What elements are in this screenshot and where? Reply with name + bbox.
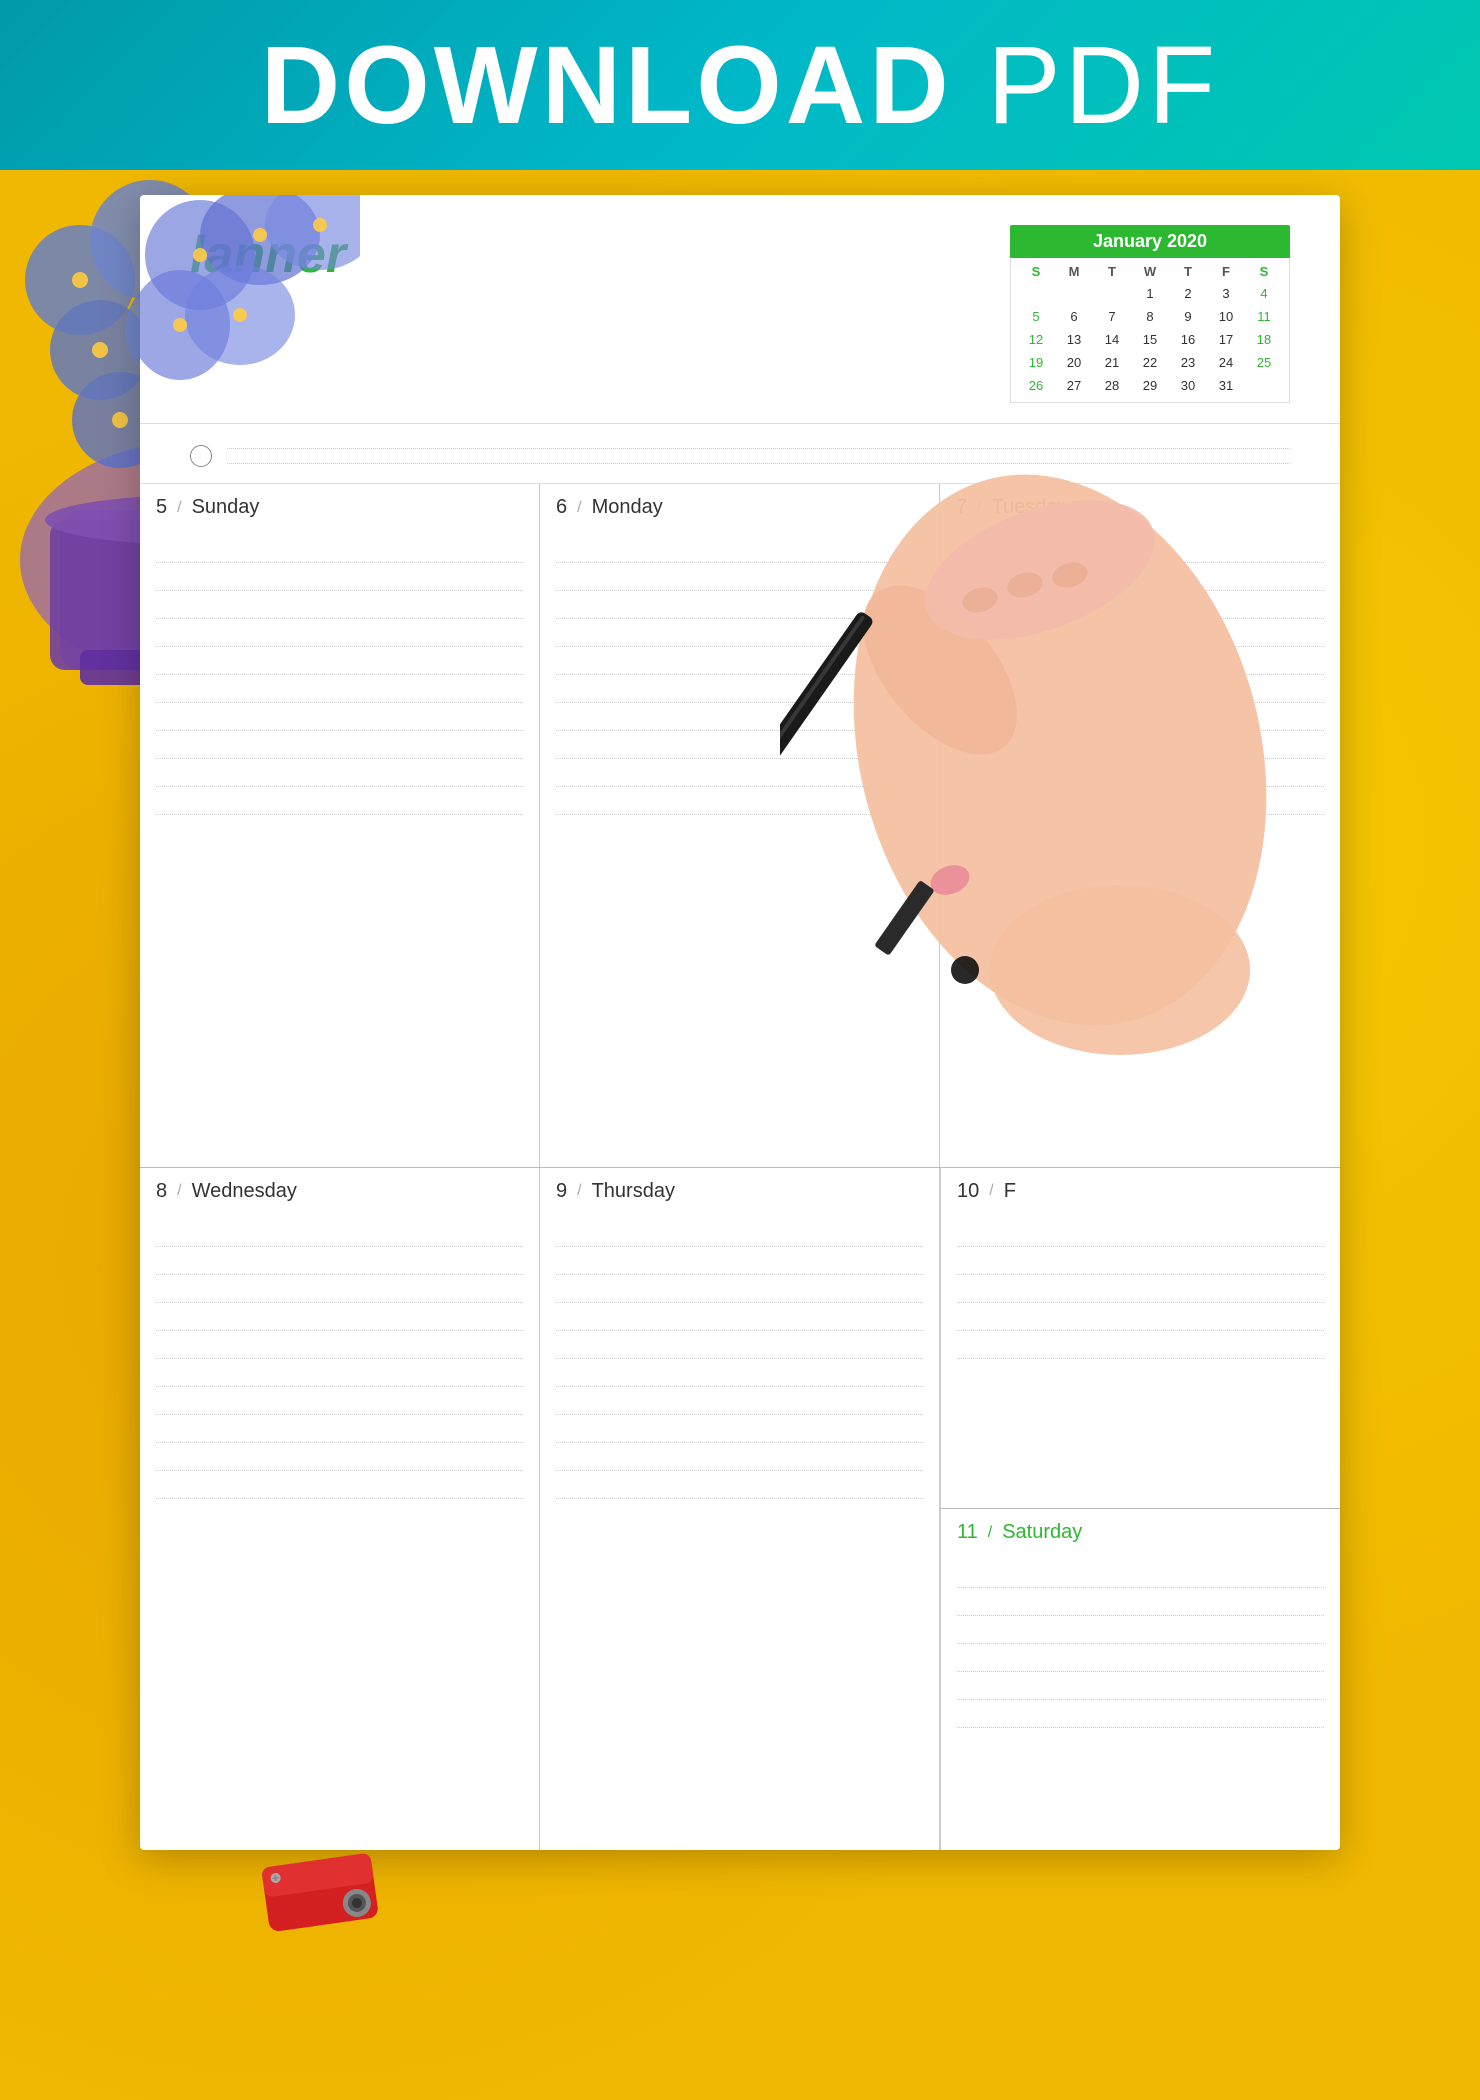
wednesday-lines — [156, 1219, 523, 1499]
cal-week-5: 26 27 28 29 30 31 — [1017, 375, 1283, 396]
planner-title: lanner — [190, 225, 346, 285]
mini-cal-month-year: January 2020 — [1010, 225, 1290, 258]
cal-header-thu: T — [1169, 264, 1207, 279]
goal-line-1 — [227, 448, 1290, 449]
cal-header-tue: T — [1093, 264, 1131, 279]
mini-cal-grid: S M T W T F S 1 — [1010, 258, 1290, 403]
goal-checkbox — [190, 445, 212, 467]
thursday-lines — [556, 1219, 923, 1499]
tuesday-number: 7 — [956, 496, 967, 519]
day-cell-saturday: 11 / Saturday — [940, 1509, 1340, 1850]
header-banner: DOWNLOAD PDF — [0, 0, 1480, 170]
goal-lines — [227, 448, 1290, 464]
friday-header: 10 / F — [957, 1180, 1324, 1209]
week-row-1: 5 / Sunday — [140, 484, 1340, 1168]
cal-header-sun: S — [1017, 264, 1055, 279]
monday-number: 6 — [556, 496, 567, 519]
saturday-header: 11 / Saturday — [957, 1521, 1324, 1550]
saturday-name: Saturday — [1002, 1521, 1082, 1544]
monday-name: Monday — [592, 496, 663, 519]
day-cell-monday: 6 / Monday — [540, 484, 940, 1167]
cal-week-1: 1 2 3 4 — [1017, 283, 1283, 304]
tuesday-name: Tuesday — [992, 496, 1068, 519]
sunday-header: 5 / Sunday — [156, 496, 523, 525]
week-row-2: 8 / Wednesday — [140, 1168, 1340, 1851]
thursday-name: Thursday — [592, 1180, 675, 1203]
thursday-header: 9 / Thursday — [556, 1180, 923, 1209]
monday-header: 6 / Monday — [556, 496, 923, 525]
wednesday-header: 8 / Wednesday — [156, 1180, 523, 1209]
mini-calendar: January 2020 S M T W T F S — [1010, 225, 1290, 403]
cal-header-wed: W — [1131, 264, 1169, 279]
header-light-text: PDF — [987, 24, 1219, 147]
planner-header: lanner January 2020 S M T W T F S — [140, 195, 1340, 424]
day-cell-tuesday: 7 / Tuesday — [940, 484, 1340, 1167]
header-bold-text: DOWNLOAD — [261, 24, 953, 147]
cal-header-sat: S — [1245, 264, 1283, 279]
cal-header-fri: F — [1207, 264, 1245, 279]
saturday-lines — [957, 1560, 1324, 1728]
mini-cal-days-header: S M T W T F S — [1017, 264, 1283, 279]
sunday-lines — [156, 535, 523, 815]
day-cell-thursday: 9 / Thursday — [540, 1168, 940, 1851]
right-col-fri-sat: 10 / F — [940, 1168, 1340, 1851]
day-cell-friday: 10 / F — [940, 1168, 1340, 1510]
friday-name: F — [1004, 1180, 1016, 1203]
wednesday-number: 8 — [156, 1180, 167, 1203]
planner-content: lanner January 2020 S M T W T F S — [140, 195, 1340, 1850]
cal-week-3: 12 13 14 15 16 17 18 — [1017, 329, 1283, 350]
cal-header-mon: M — [1055, 264, 1093, 279]
monday-lines — [556, 535, 923, 815]
tuesday-header: 7 / Tuesday — [956, 496, 1324, 525]
pencil-sharpener — [260, 1850, 390, 1945]
planner-body: 5 / Sunday — [140, 484, 1340, 1850]
friday-lines — [957, 1219, 1324, 1359]
planner-page: lanner January 2020 S M T W T F S — [140, 195, 1340, 1850]
day-cell-wednesday: 8 / Wednesday — [140, 1168, 540, 1851]
header-title: DOWNLOAD PDF — [261, 22, 1219, 149]
wednesday-name: Wednesday — [192, 1180, 297, 1203]
cal-week-2: 5 6 7 8 9 10 11 — [1017, 306, 1283, 327]
day-cell-sunday: 5 / Sunday — [140, 484, 540, 1167]
cal-week-4: 19 20 21 22 23 24 25 — [1017, 352, 1283, 373]
thursday-number: 9 — [556, 1180, 567, 1203]
mini-cal-weeks: 1 2 3 4 5 6 7 8 9 10 — [1017, 283, 1283, 396]
sunday-number: 5 — [156, 496, 167, 519]
friday-number: 10 — [957, 1180, 979, 1203]
sunday-name: Sunday — [192, 496, 260, 519]
tuesday-lines — [956, 535, 1324, 815]
goals-notes-area — [140, 424, 1340, 484]
goal-line-2 — [227, 463, 1290, 464]
saturday-number: 11 — [957, 1521, 978, 1544]
